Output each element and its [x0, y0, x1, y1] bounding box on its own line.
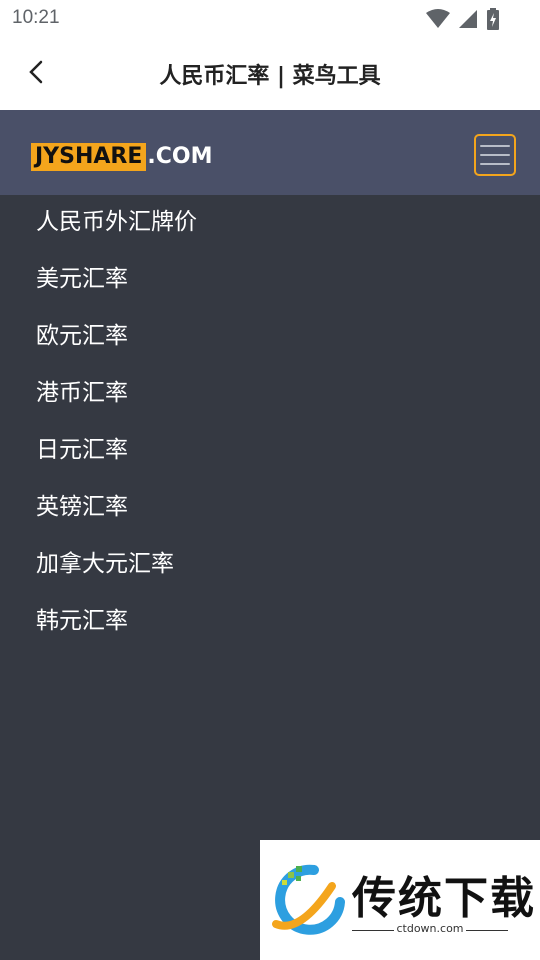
status-time: 10:21	[12, 7, 60, 28]
page-title: 人民币汇率 | 菜鸟工具	[159, 64, 381, 89]
watermark-logo-icon	[270, 862, 346, 938]
nav-item-hkd[interactable]: 港币汇率	[0, 366, 540, 423]
status-icons	[426, 8, 500, 34]
site-logo[interactable]: JYSHARE .COM	[31, 143, 212, 171]
nav-item-krw[interactable]: 韩元汇率	[0, 594, 540, 651]
menu-line	[480, 145, 510, 147]
nav-item-usd[interactable]: 美元汇率	[0, 252, 540, 309]
signal-icon	[458, 9, 478, 33]
watermark-divider-right	[466, 930, 508, 931]
menu-line	[480, 154, 510, 156]
logo-suffix-text: .COM	[147, 144, 213, 169]
wifi-icon	[426, 9, 450, 33]
app-screen: 10:21 人民币汇率 | 菜鸟工具 JYSHARE .COM 人民币外汇牌价 …	[0, 0, 540, 960]
logo-boxed-text: JYSHARE	[31, 143, 147, 171]
nav-item-jpy[interactable]: 日元汇率	[0, 423, 540, 480]
site-header: JYSHARE .COM	[0, 110, 540, 195]
hamburger-menu-icon[interactable]	[474, 134, 516, 176]
watermark-title: 传统下载	[352, 873, 536, 924]
currency-nav-list: 人民币外汇牌价 美元汇率 欧元汇率 港币汇率 日元汇率 英镑汇率 加拿大元汇率 …	[0, 195, 540, 651]
watermark-subtitle: ctdown.com	[396, 922, 464, 935]
battery-charging-icon	[486, 8, 500, 34]
status-bar: 10:21	[0, 0, 540, 38]
watermark-overlay: 传统下载 ctdown.com	[260, 840, 540, 960]
menu-line	[480, 163, 510, 165]
app-bar: 人民币汇率 | 菜鸟工具	[0, 38, 540, 110]
nav-item-eur[interactable]: 欧元汇率	[0, 309, 540, 366]
nav-item-rmb-forex[interactable]: 人民币外汇牌价	[0, 195, 540, 252]
nav-item-cad[interactable]: 加拿大元汇率	[0, 537, 540, 594]
nav-item-gbp[interactable]: 英镑汇率	[0, 480, 540, 537]
